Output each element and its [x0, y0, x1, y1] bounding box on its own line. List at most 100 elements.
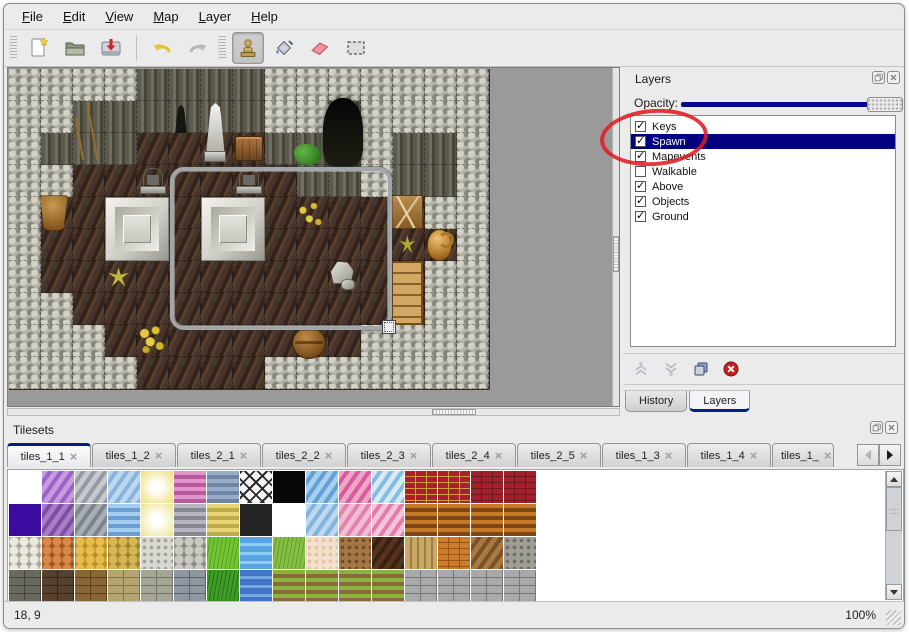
- delete-layer-button[interactable]: [721, 359, 741, 379]
- map-tile[interactable]: [169, 357, 201, 389]
- layer-row-mapevents[interactable]: ✓Mapevents: [631, 149, 895, 164]
- tile-1-7[interactable]: [240, 504, 272, 536]
- tile-0-4[interactable]: [141, 471, 173, 503]
- map-tile[interactable]: [105, 101, 137, 133]
- map-tile[interactable]: [169, 133, 201, 165]
- tile-1-8[interactable]: [273, 504, 305, 536]
- tile-2-3[interactable]: [108, 537, 140, 569]
- tile-3-2[interactable]: [75, 570, 107, 602]
- map-tile[interactable]: [265, 357, 297, 389]
- layer-visibility-checkbox[interactable]: ✓: [635, 121, 646, 132]
- tile-2-2[interactable]: [75, 537, 107, 569]
- map-tile[interactable]: [425, 133, 457, 165]
- map-tile[interactable]: [9, 197, 41, 229]
- close-tab-icon[interactable]: ×: [325, 451, 333, 461]
- tile-2-1[interactable]: [42, 537, 74, 569]
- tile-2-6[interactable]: [207, 537, 239, 569]
- tile-3-3[interactable]: [108, 570, 140, 602]
- map-tile[interactable]: [425, 261, 457, 293]
- tile-2-9[interactable]: [306, 537, 338, 569]
- redo-button[interactable]: [182, 32, 214, 64]
- close-tab-icon[interactable]: ×: [70, 452, 78, 462]
- fill-tool-button[interactable]: [268, 32, 300, 64]
- map-tile[interactable]: [41, 69, 73, 101]
- tile-0-12[interactable]: [405, 471, 437, 503]
- close-tab-icon[interactable]: ×: [750, 451, 758, 461]
- move-layer-down-button[interactable]: [661, 359, 681, 379]
- scrollbar-thumb[interactable]: [432, 409, 476, 415]
- tile-1-5[interactable]: [174, 504, 206, 536]
- scrollbar-thumb[interactable]: [886, 487, 902, 531]
- map-tile[interactable]: [265, 133, 297, 165]
- layer-row-walkable[interactable]: Walkable: [631, 164, 895, 179]
- map-tile[interactable]: [105, 293, 137, 325]
- layer-visibility-checkbox[interactable]: [635, 166, 646, 177]
- map-tile[interactable]: [201, 69, 233, 101]
- tile-1-3[interactable]: [108, 504, 140, 536]
- map-tile[interactable]: [457, 357, 489, 389]
- map-tile[interactable]: [73, 261, 105, 293]
- tile-0-0[interactable]: [9, 471, 41, 503]
- map-tile[interactable]: [457, 293, 489, 325]
- map-tile[interactable]: [137, 101, 169, 133]
- tileset-tab-tiles_1_[interactable]: tiles_1_×: [772, 443, 834, 467]
- tile-1-12[interactable]: [405, 504, 437, 536]
- map-tile[interactable]: [9, 357, 41, 389]
- map-tile[interactable]: [137, 293, 169, 325]
- map-tile[interactable]: [425, 197, 457, 229]
- layer-row-ground[interactable]: ✓Ground: [631, 209, 895, 224]
- tile-1-4[interactable]: [141, 504, 173, 536]
- map-tile[interactable]: [425, 293, 457, 325]
- tileset-tab-tiles_1_3[interactable]: tiles_1_3×: [602, 443, 686, 467]
- tile-2-7[interactable]: [240, 537, 272, 569]
- map-tile[interactable]: [393, 69, 425, 101]
- map-tile[interactable]: [425, 69, 457, 101]
- map-tile[interactable]: [41, 101, 73, 133]
- tile-0-14[interactable]: [471, 471, 503, 503]
- map-tile[interactable]: [73, 165, 105, 197]
- map-tile[interactable]: [105, 357, 137, 389]
- tile-2-12[interactable]: [405, 537, 437, 569]
- map-tile[interactable]: [9, 133, 41, 165]
- tile-0-13[interactable]: [438, 471, 470, 503]
- tile-2-4[interactable]: [141, 537, 173, 569]
- tab-history[interactable]: History: [625, 390, 687, 412]
- tile-3-15[interactable]: [504, 570, 536, 602]
- layer-row-objects[interactable]: ✓Objects: [631, 194, 895, 209]
- tileset-tab-tiles_2_5[interactable]: tiles_2_5×: [517, 443, 601, 467]
- map-tile[interactable]: [105, 133, 137, 165]
- tileset-tab-tiles_2_3[interactable]: tiles_2_3×: [347, 443, 431, 467]
- map-tile[interactable]: [297, 357, 329, 389]
- menu-help[interactable]: Help: [241, 6, 288, 27]
- map-tile[interactable]: [137, 69, 169, 101]
- tile-2-11[interactable]: [372, 537, 404, 569]
- tile-0-15[interactable]: [504, 471, 536, 503]
- tile-3-14[interactable]: [471, 570, 503, 602]
- map-tile[interactable]: [41, 229, 73, 261]
- map-tile[interactable]: [41, 165, 73, 197]
- tile-0-10[interactable]: [339, 471, 371, 503]
- map-tile[interactable]: [9, 101, 41, 133]
- tile-3-1[interactable]: [42, 570, 74, 602]
- opacity-slider-track[interactable]: [681, 102, 868, 107]
- tileset-vertical-scrollbar[interactable]: [885, 471, 902, 600]
- tile-1-13[interactable]: [438, 504, 470, 536]
- tile-0-8[interactable]: [273, 471, 305, 503]
- tile-0-9[interactable]: [306, 471, 338, 503]
- map-tile[interactable]: [9, 229, 41, 261]
- tile-3-6[interactable]: [207, 570, 239, 602]
- map-tile[interactable]: [457, 261, 489, 293]
- tileset-tab-tiles_1_4[interactable]: tiles_1_4×: [687, 443, 771, 467]
- layer-row-above[interactable]: ✓Above: [631, 179, 895, 194]
- close-tab-icon[interactable]: ×: [410, 451, 418, 461]
- map-tile[interactable]: [233, 101, 265, 133]
- close-tab-icon[interactable]: ×: [495, 451, 503, 461]
- map-tile[interactable]: [361, 101, 393, 133]
- opacity-slider-handle[interactable]: [867, 97, 903, 112]
- map-tile[interactable]: [425, 325, 457, 357]
- map-tile[interactable]: [73, 293, 105, 325]
- map-tile[interactable]: [393, 325, 425, 357]
- map-tile[interactable]: [41, 357, 73, 389]
- toolbar-grip[interactable]: [218, 36, 226, 60]
- resize-grip[interactable]: [886, 610, 901, 625]
